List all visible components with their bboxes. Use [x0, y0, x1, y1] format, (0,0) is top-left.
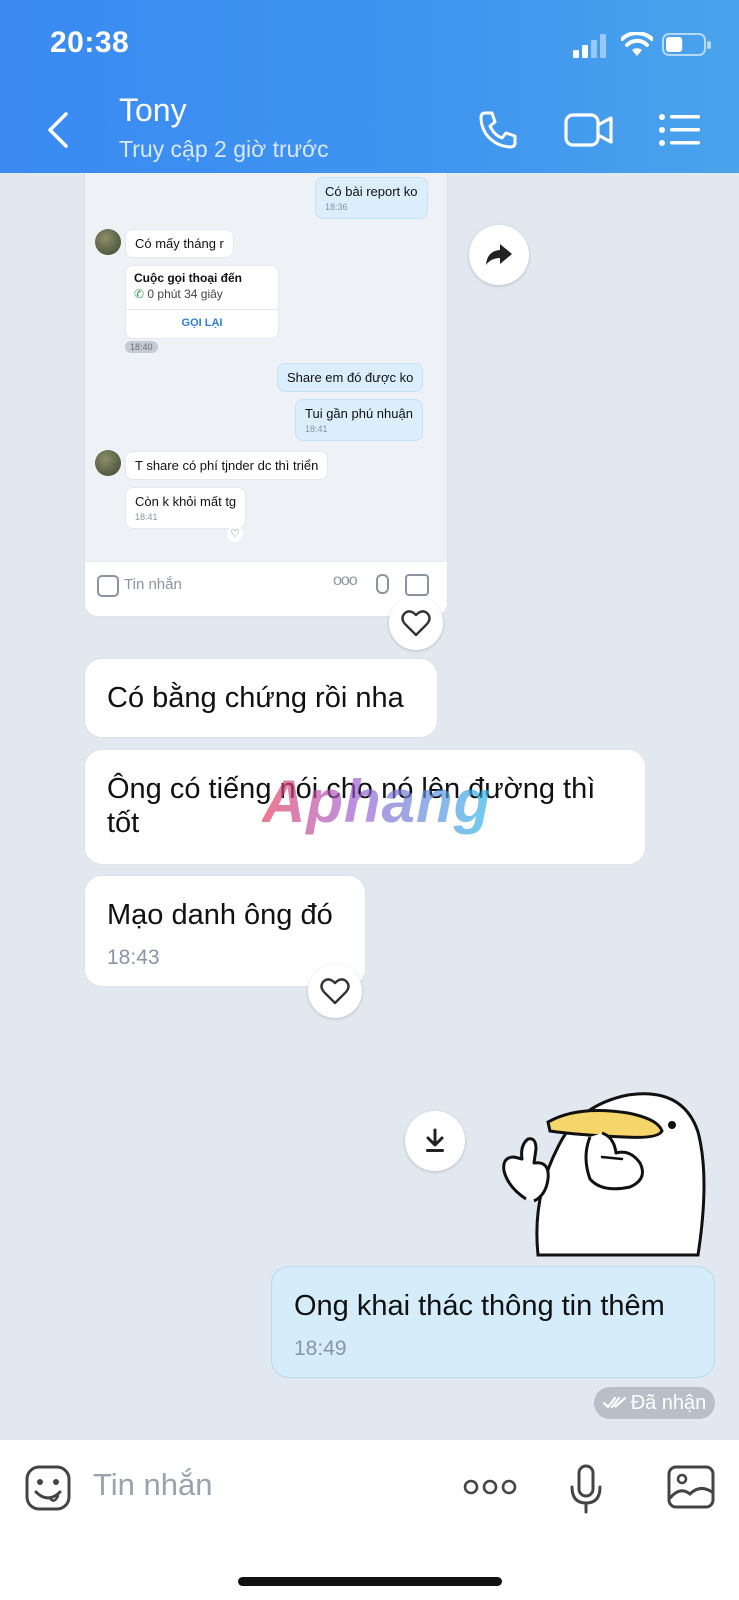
message-text: Có bằng chứng rồi nha: [107, 682, 404, 714]
mini-mic-icon: [376, 574, 389, 594]
mini-message-text: Có mấy tháng r: [135, 236, 224, 251]
shared-screenshot[interactable]: Có bài report ko 18:36 Có mấy tháng r Cu…: [84, 173, 448, 617]
double-check-icon: [602, 1396, 626, 1409]
mini-message: Tui gần phú nhuận 18:41: [295, 399, 423, 441]
sticker-button[interactable]: [24, 1464, 72, 1512]
last-seen-status: Truy cập 2 giờ trước: [119, 136, 329, 162]
mini-more-icon: ooo: [333, 572, 358, 589]
forward-button[interactable]: [469, 225, 529, 285]
mini-image-icon: [405, 574, 429, 596]
mini-call-duration: 0 phút 34 giây: [147, 287, 223, 301]
mini-heart-icon: ♡: [227, 526, 243, 542]
mini-avatar: [95, 229, 121, 255]
video-call-button[interactable]: [563, 110, 615, 150]
mini-message: Còn k khỏi mất tg 18:41: [125, 487, 247, 529]
contact-name[interactable]: Tony: [119, 92, 187, 129]
mini-call-title: Cuộc gọi thoại đến: [134, 271, 242, 285]
status-time: 20:38: [50, 26, 130, 59]
mini-composer-placeholder: Tin nhắn: [124, 576, 182, 593]
mini-message-text: Còn k khỏi mất tg: [135, 494, 237, 509]
more-options-button[interactable]: [463, 1476, 517, 1498]
menu-list-button[interactable]: [658, 112, 702, 148]
mini-message: T share có phí tjnder dc thì triển: [125, 451, 329, 480]
battery-icon: [662, 33, 711, 56]
mini-call-card: Cuộc gọi thoại đến ✆ 0 phút 34 giây GỌI …: [125, 265, 279, 339]
heart-icon: [401, 610, 431, 637]
forward-icon: [486, 244, 512, 265]
mini-message: Có bài report ko 18:36: [315, 177, 428, 219]
message-input[interactable]: Tin nhắn: [93, 1467, 213, 1503]
signal-icon: [573, 34, 606, 58]
mini-message-text: Có bài report ko: [325, 184, 418, 199]
message-text: Ông có tiếng nói cho nó lên đường thì tố…: [107, 773, 596, 839]
mini-sticker-icon: [97, 575, 119, 597]
home-indicator: [238, 1577, 502, 1586]
mini-message-time: 18:36: [325, 202, 348, 212]
voice-call-button[interactable]: [476, 108, 520, 152]
chat-header: 20:38 Tony Truy cập 2 giờ trước: [0, 0, 739, 173]
mini-message-time: 18:41: [305, 424, 328, 434]
message-composer: [0, 1440, 739, 1600]
message-text: Mạo danh ông đó: [107, 899, 333, 931]
mini-message: Share em đó được ko: [277, 363, 424, 392]
download-icon: [426, 1128, 444, 1152]
mini-message: Có mấy tháng r: [125, 229, 234, 258]
heart-reaction-button[interactable]: [308, 964, 362, 1018]
mini-call-back: GỌI LẠI: [126, 309, 278, 329]
mini-message-text: T share có phí tjnder dc thì triển: [135, 458, 319, 473]
mini-time-chip: 18:40: [125, 341, 158, 353]
mini-message-text: Tui gần phú nhuận: [305, 406, 413, 421]
delivery-status-text: Đã nhận: [630, 1391, 707, 1414]
heart-reaction-button[interactable]: [389, 596, 443, 650]
message-bubble[interactable]: Ong khai thác thông tin thêm 18:49: [271, 1266, 715, 1378]
delivery-status-badge: Đã nhận: [594, 1387, 715, 1419]
message-bubble[interactable]: Ông có tiếng nói cho nó lên đường thì tố…: [84, 749, 646, 865]
mini-message-text: Share em đó được ko: [287, 370, 414, 385]
heart-icon: [320, 978, 350, 1005]
message-time: 18:49: [294, 1337, 347, 1360]
message-bubble[interactable]: Có bằng chứng rồi nha: [84, 658, 438, 738]
message-text: Ong khai thác thông tin thêm: [294, 1290, 665, 1322]
voice-record-button[interactable]: [569, 1463, 603, 1515]
message-time: 18:43: [107, 946, 160, 969]
back-button[interactable]: [44, 110, 74, 150]
mini-phone-icon: ✆: [134, 287, 145, 301]
image-picker-button[interactable]: [666, 1464, 716, 1510]
mini-avatar: [95, 450, 121, 476]
mini-message-time: 18:41: [135, 512, 158, 522]
wifi-icon: [621, 32, 653, 56]
download-button[interactable]: [405, 1111, 465, 1171]
sticker-duck-image[interactable]: [498, 1087, 708, 1257]
